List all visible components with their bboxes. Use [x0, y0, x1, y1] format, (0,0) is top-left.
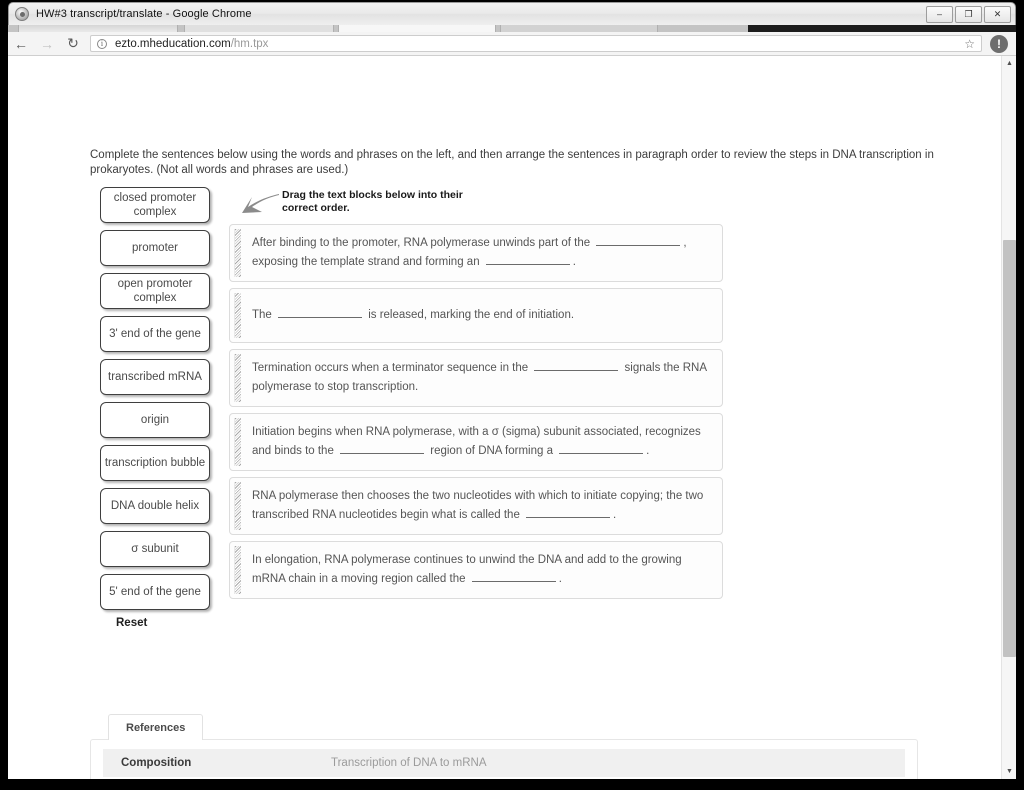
- browser-toolbar: ← → ↻ i ezto.mheducation.com/hm.tpx ☆ !: [8, 32, 1016, 56]
- answer-blank[interactable]: [526, 507, 611, 518]
- sentence-text: Termination occurs when a terminator seq…: [252, 359, 710, 397]
- word-chip[interactable]: origin: [100, 402, 210, 438]
- sentence-text: The is released, marking the end of init…: [252, 306, 574, 325]
- drag-handle-icon[interactable]: [234, 546, 241, 594]
- word-chip[interactable]: open promoter complex: [100, 273, 210, 309]
- word-chip[interactable]: transcribed mRNA: [100, 359, 210, 395]
- answer-blank[interactable]: [559, 443, 644, 454]
- reload-icon[interactable]: ↻: [60, 32, 86, 56]
- drag-handle-icon[interactable]: [234, 482, 241, 530]
- answer-blank[interactable]: [596, 235, 681, 246]
- address-bar[interactable]: i ezto.mheducation.com/hm.tpx ☆: [90, 35, 982, 52]
- browser-tab-active[interactable]: [338, 25, 496, 32]
- sentence-fragment: RNA polymerase then chooses the two nucl…: [252, 490, 704, 521]
- close-button[interactable]: ✕: [984, 6, 1011, 23]
- scroll-down-icon[interactable]: ▼: [1002, 764, 1016, 779]
- references-row-label: Composition: [121, 757, 192, 769]
- word-chip[interactable]: promoter: [100, 230, 210, 266]
- sentence-block[interactable]: In elongation, RNA polymerase continues …: [229, 541, 723, 599]
- drag-handle-icon[interactable]: [234, 293, 241, 338]
- page-viewport: Complete the sentences below using the w…: [8, 56, 1016, 779]
- tab-strip-empty: [748, 25, 1016, 32]
- sentence-fragment: The: [252, 309, 276, 321]
- url-domain: ezto.mheducation.com: [115, 37, 231, 50]
- forward-icon: →: [40, 35, 54, 52]
- sentence-block[interactable]: RNA polymerase then chooses the two nucl…: [229, 477, 723, 535]
- answer-blank[interactable]: [534, 360, 619, 371]
- sentence-fragment: .: [646, 445, 650, 457]
- answer-blank[interactable]: [340, 443, 425, 454]
- word-chip[interactable]: DNA double helix: [100, 488, 210, 524]
- references-area: References Composition Transcription of …: [90, 714, 918, 779]
- sentence-block[interactable]: Termination occurs when a terminator seq…: [229, 349, 723, 407]
- tab-strip: [8, 25, 1016, 32]
- window-titlebar: HW#3 transcript/translate - Google Chrom…: [8, 2, 1016, 25]
- browser-window: HW#3 transcript/translate - Google Chrom…: [0, 0, 1024, 790]
- page-content: Complete the sentences below using the w…: [8, 56, 1001, 779]
- sentence-block[interactable]: The is released, marking the end of init…: [229, 288, 723, 343]
- answer-blank[interactable]: [485, 254, 570, 265]
- references-panel: Composition Transcription of DNA to mRNA: [90, 739, 918, 779]
- bookmark-star-icon[interactable]: ☆: [964, 37, 975, 51]
- sentence-text: After binding to the promoter, RNA polym…: [252, 234, 710, 272]
- url-text: ezto.mheducation.com/hm.tpx: [115, 38, 268, 50]
- sentence-fragment: After binding to the promoter, RNA polym…: [252, 237, 594, 249]
- scroll-up-icon[interactable]: ▲: [1002, 56, 1016, 71]
- sentence-text: RNA polymerase then chooses the two nucl…: [252, 487, 710, 525]
- restore-button[interactable]: ❐: [955, 6, 982, 23]
- chrome-icon: [15, 7, 29, 21]
- sentence-block-list: After binding to the promoter, RNA polym…: [229, 224, 723, 605]
- drag-handle-icon[interactable]: [234, 229, 241, 277]
- reset-button[interactable]: Reset: [116, 617, 212, 629]
- sentence-fragment: .: [558, 573, 562, 585]
- back-icon[interactable]: ←: [8, 32, 34, 56]
- answer-blank[interactable]: [471, 571, 556, 582]
- drag-handle-icon[interactable]: [234, 418, 241, 466]
- drag-handle-icon[interactable]: [234, 354, 241, 402]
- profile-warning-icon[interactable]: !: [990, 34, 1008, 53]
- sentence-fragment: In elongation, RNA polymerase continues …: [252, 554, 682, 585]
- word-chip[interactable]: closed promoter complex: [100, 187, 210, 223]
- browser-tab[interactable]: [184, 25, 334, 32]
- sentence-block[interactable]: After binding to the promoter, RNA polym…: [229, 224, 723, 282]
- word-chip[interactable]: transcription bubble: [100, 445, 210, 481]
- window-controls: – ❐ ✕: [926, 6, 1011, 23]
- tab-references[interactable]: References: [108, 714, 204, 740]
- vertical-scrollbar[interactable]: ▲ ▼: [1001, 56, 1016, 779]
- site-info-icon[interactable]: i: [97, 38, 107, 49]
- window-title: HW#3 transcript/translate - Google Chrom…: [36, 8, 252, 20]
- word-chip[interactable]: σ subunit: [100, 531, 210, 567]
- arrow-down-left-icon: [242, 194, 279, 213]
- sentence-fragment: .: [613, 509, 617, 521]
- sentence-fragment: region of DNA forming a: [427, 445, 557, 457]
- minimize-button[interactable]: –: [926, 6, 953, 23]
- url-path: /hm.tpx: [230, 37, 269, 50]
- sentence-text: Initiation begins when RNA polymerase, w…: [252, 423, 710, 461]
- sentence-fragment: .: [572, 256, 576, 268]
- word-bank: closed promoter complex promoter open prom…: [100, 187, 212, 629]
- sentence-fragment: Termination occurs when a terminator seq…: [252, 362, 532, 374]
- browser-tab[interactable]: [500, 25, 658, 32]
- drag-hint-text: Drag the text blocks below into their co…: [282, 189, 463, 214]
- sentence-block[interactable]: Initiation begins when RNA polymerase, w…: [229, 413, 723, 471]
- instructions-text: Complete the sentences below using the w…: [90, 149, 934, 176]
- sentence-fragment: is released, marking the end of initiati…: [365, 309, 575, 321]
- references-row-value: Transcription of DNA to mRNA: [331, 757, 487, 769]
- answer-blank[interactable]: [278, 307, 363, 318]
- references-row: Composition Transcription of DNA to mRNA: [103, 749, 905, 777]
- sentence-text: In elongation, RNA polymerase continues …: [252, 551, 710, 589]
- scrollbar-thumb[interactable]: [1003, 240, 1016, 657]
- word-chip[interactable]: 3' end of the gene: [100, 316, 210, 352]
- word-chip[interactable]: 5' end of the gene: [100, 574, 210, 610]
- drag-hint: Drag the text blocks below into their co…: [240, 187, 500, 217]
